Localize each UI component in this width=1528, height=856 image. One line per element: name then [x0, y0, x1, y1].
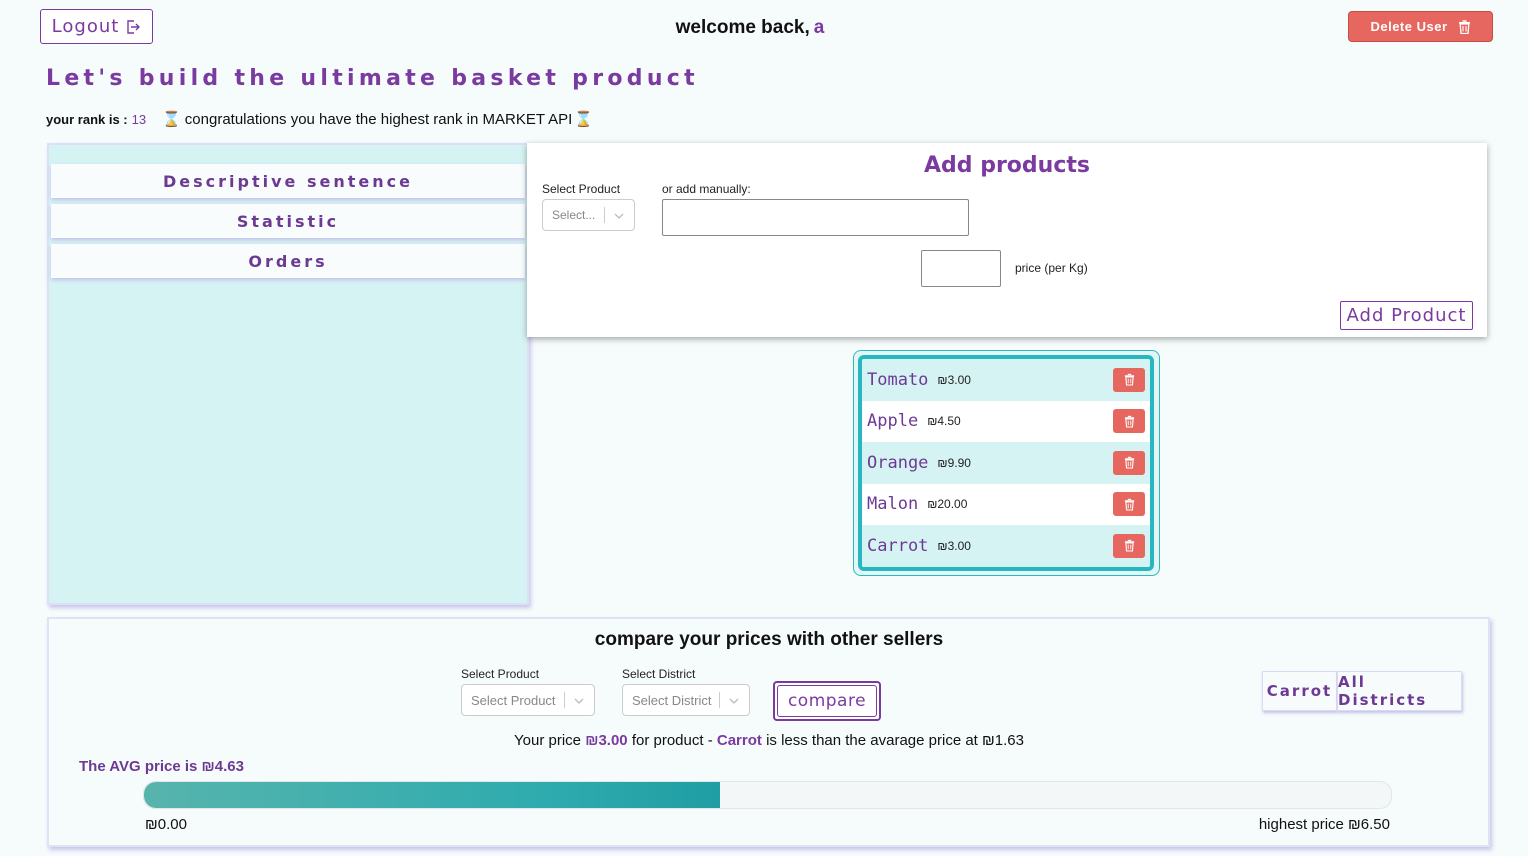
selected-district-chip: All Districts [1337, 671, 1462, 711]
compare-button[interactable]: compare [773, 681, 881, 721]
chevron-down-icon [574, 698, 584, 704]
max-price-label: highest price ₪6.50 [1258, 816, 1390, 833]
result-product: Carrot [716, 732, 762, 749]
compare-product-dropdown[interactable]: Select Product [461, 684, 595, 716]
compare-button-label: compare [777, 685, 877, 717]
product-name: Malon [867, 494, 919, 515]
add-products-title: Add products [924, 153, 1090, 178]
selected-product-chip: Carrot [1262, 671, 1337, 711]
delete-user-label: Delete User [1370, 19, 1448, 34]
nav-item-statistic[interactable]: Statistic [51, 204, 525, 238]
product-price: ₪3.00 [937, 538, 971, 553]
welcome-text: welcome back, [675, 17, 810, 38]
select-product-dropdown[interactable]: Select... [542, 199, 635, 231]
product-name: Orange [867, 452, 929, 473]
product-list: Tomato ₪3.00 Apple ₪4.50 Orange ₪9.90 Ma… [858, 355, 1154, 571]
product-row: Tomato ₪3.00 [862, 359, 1150, 401]
price-progress-bar [143, 781, 1392, 809]
select-product-label: Select Product [542, 182, 621, 196]
side-navigation: Descriptive sentence Statistic Orders [47, 143, 529, 605]
result-price: ₪3.00 [585, 732, 628, 749]
trash-icon [1458, 19, 1470, 34]
avg-price-label: The AVG price is ₪4.63 [79, 758, 244, 775]
compare-district-dropdown[interactable]: Select District [622, 684, 750, 716]
compare-title: compare your prices with other sellers [594, 629, 944, 650]
product-name: Carrot [867, 535, 929, 556]
rank-message: congratulations you have the highest ran… [184, 110, 573, 128]
add-products-panel: Add products Select Product Select... or… [527, 143, 1487, 337]
result-suffix: is less than the avarage price at ₪1.63 [766, 732, 1024, 749]
chevron-down-icon [729, 698, 739, 704]
trophy-icon: ⌛ [574, 111, 593, 128]
product-row: Orange ₪9.90 [862, 442, 1150, 484]
delete-product-button[interactable] [1113, 367, 1145, 392]
price-input[interactable] [921, 250, 1001, 287]
trash-icon [1124, 415, 1134, 428]
product-name: Apple [867, 411, 919, 432]
username: a [813, 17, 825, 38]
rank-value: 13 [131, 111, 147, 127]
trophy-icon: ⌛ [162, 111, 181, 128]
product-price: ₪20.00 [927, 497, 968, 512]
compare-district-placeholder: Select District [632, 692, 712, 708]
welcome-message: welcome back, a [0, 17, 1500, 39]
delete-product-button[interactable] [1113, 450, 1145, 475]
compare-product-label: Select Product [461, 667, 540, 681]
product-row: Apple ₪4.50 [862, 401, 1150, 443]
compare-prices-panel: compare your prices with other sellers S… [47, 617, 1490, 847]
select-product-placeholder: Select... [552, 208, 596, 222]
price-progress-fill [144, 782, 721, 808]
product-price: ₪9.90 [937, 455, 971, 470]
delete-product-button[interactable] [1113, 492, 1145, 517]
nav-item-descriptive-sentence[interactable]: Descriptive sentence [51, 164, 525, 198]
compare-result: Your price ₪3.00 for product - Carrot is… [49, 732, 1489, 749]
trash-icon [1124, 457, 1134, 469]
rank-line: your rank is : 13 ⌛ congratulations you … [46, 110, 593, 129]
rank-label: your rank is : [46, 111, 128, 127]
manual-product-input[interactable] [662, 199, 969, 236]
delete-product-button[interactable] [1113, 409, 1145, 434]
result-prefix: Your price [514, 732, 582, 749]
compare-product-placeholder: Select Product [471, 692, 556, 708]
product-price: ₪3.00 [937, 372, 971, 387]
product-list-container: Tomato ₪3.00 Apple ₪4.50 Orange ₪9.90 Ma… [853, 350, 1160, 576]
product-row: Malon ₪20.00 [862, 484, 1150, 526]
trash-icon [1124, 374, 1134, 386]
page-headline: Let's build the ultimate basket product [46, 66, 699, 91]
min-price-label: ₪0.00 [145, 816, 187, 833]
chevron-down-icon [614, 213, 624, 219]
product-row: Carrot ₪3.00 [862, 525, 1150, 567]
product-name: Tomato [867, 369, 929, 390]
trash-icon [1124, 498, 1134, 511]
add-product-button[interactable]: Add Product [1340, 301, 1473, 330]
manual-product-label: or add manually: [662, 182, 751, 196]
result-mid: for product - [631, 732, 713, 749]
nav-item-orders[interactable]: Orders [51, 244, 525, 278]
compare-district-label: Select District [622, 667, 696, 681]
delete-product-button[interactable] [1113, 533, 1145, 558]
trash-icon [1124, 540, 1134, 552]
delete-user-button[interactable]: Delete User [1348, 11, 1493, 42]
product-price: ₪4.50 [927, 414, 961, 429]
price-per-kg-label: price (per Kg) [1015, 261, 1088, 275]
